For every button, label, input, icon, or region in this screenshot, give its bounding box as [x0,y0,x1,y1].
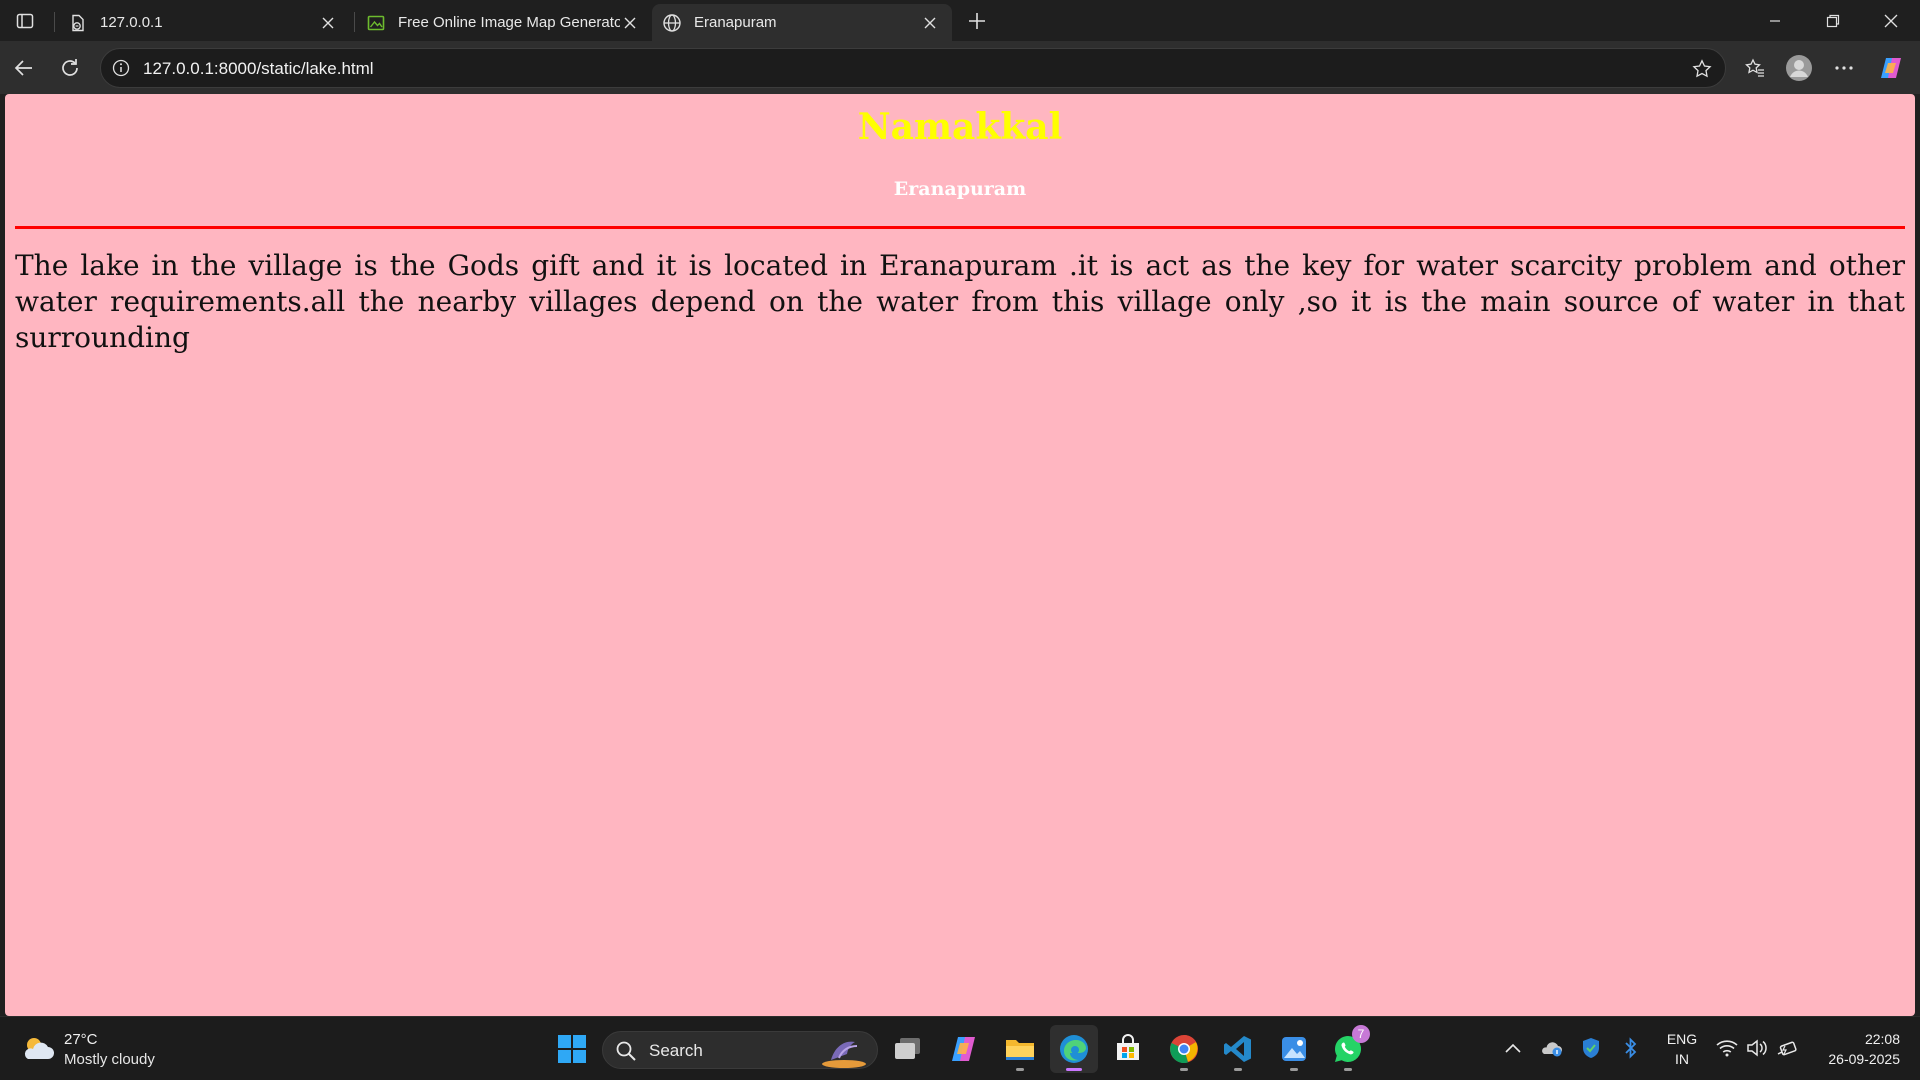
file-sync-icon [68,13,88,33]
bluetooth-icon[interactable] [1618,1035,1644,1061]
tab-strip: 127.0.0.1 Free Online Image Map Generato… [0,0,1920,41]
favorite-star-icon[interactable] [1691,58,1713,80]
tab-separator [354,12,355,32]
tab-image-map-generator[interactable]: Free Online Image Map Generator [356,4,652,41]
security-shield-icon[interactable] [1578,1035,1604,1061]
file-explorer-icon[interactable] [996,1025,1044,1073]
site-info-icon[interactable] [111,58,131,78]
horizontal-rule [15,226,1905,229]
chevron-up-icon[interactable] [1500,1035,1526,1061]
running-indicator [1344,1068,1352,1071]
wifi-icon[interactable] [1714,1035,1740,1061]
page-paragraph: The lake in the village is the Gods gift… [15,249,1905,354]
search-highlight-icon [822,1041,866,1068]
address-bar[interactable]: 127.0.0.1:8000/static/lake.html [100,48,1726,88]
tab-actions-icon[interactable] [10,8,40,34]
windows-taskbar: 27°C Mostly cloudy Search 7 ENG IN 22:08… [0,1016,1920,1080]
favorites-icon[interactable] [1738,51,1772,85]
notification-badge: 7 [1352,1025,1370,1043]
clock-date: 26-09-2025 [1828,1051,1900,1067]
minimize-button[interactable] [1746,0,1804,41]
chrome-icon[interactable] [1160,1025,1208,1073]
taskbar-search-box[interactable]: Search [602,1031,878,1069]
image-map-icon [366,13,386,33]
running-indicator [1234,1068,1242,1071]
tab-localhost[interactable]: 127.0.0.1 [58,4,350,41]
weather-widget[interactable]: 27°C Mostly cloudy [20,1029,180,1073]
copilot-icon[interactable] [1874,51,1908,85]
tab-separator [54,12,55,32]
close-icon[interactable] [318,13,338,33]
clock-time: 22:08 [1864,1031,1900,1047]
windows-logo-icon [558,1035,586,1063]
search-label: Search [649,1041,703,1060]
cloudy-weather-icon [24,1038,54,1059]
close-icon[interactable] [920,13,940,33]
close-window-button[interactable] [1862,0,1920,41]
language-indicator[interactable]: ENG IN [1662,1029,1702,1069]
running-indicator [1290,1068,1298,1071]
weather-condition: Mostly cloudy [64,1051,155,1068]
start-button[interactable] [548,1025,596,1073]
vscode-icon[interactable] [1214,1025,1262,1073]
running-indicator [1016,1068,1024,1071]
running-indicator [1180,1068,1188,1071]
new-tab-button[interactable] [962,6,992,36]
onedrive-sync-icon[interactable] [1538,1035,1564,1061]
system-clock[interactable]: 22:08 26-09-2025 [1810,1029,1900,1069]
back-button[interactable] [7,51,41,85]
photos-app-icon[interactable] [1270,1025,1318,1073]
microsoft-store-icon[interactable] [1104,1025,1152,1073]
language-code: ENG [1666,1031,1698,1047]
page-subtitle: Eranapuram [893,178,1027,200]
restore-button[interactable] [1804,0,1862,41]
browser-window: 127.0.0.1 Free Online Image Map Generato… [0,0,1920,1080]
tab-eranapuram[interactable]: Eranapuram [652,4,952,41]
active-indicator [1066,1068,1082,1071]
tab-title: Eranapuram [694,14,777,31]
page-title: Namakkal [857,106,1063,148]
globe-icon [662,13,682,33]
copilot-app-icon[interactable] [940,1025,988,1073]
edge-browser-icon[interactable] [1050,1025,1098,1073]
search-icon [616,1041,636,1061]
close-icon[interactable] [620,13,640,33]
page-viewport: Namakkal Eranapuram The lake in the vill… [5,94,1915,1016]
weather-temp: 27°C [64,1031,98,1048]
task-view-icon[interactable] [884,1025,932,1073]
region-code: IN [1675,1051,1689,1067]
refresh-button[interactable] [53,51,87,85]
profile-avatar-icon[interactable] [1782,51,1816,85]
battery-icon[interactable] [1774,1035,1800,1061]
tab-title: Free Online Image Map Generator [398,14,620,31]
volume-icon[interactable] [1744,1035,1770,1061]
whatsapp-icon[interactable]: 7 [1324,1025,1372,1073]
url-text[interactable]: 127.0.0.1:8000/static/lake.html [143,59,374,79]
tab-title: 127.0.0.1 [100,14,163,31]
more-options-icon[interactable] [1827,51,1861,85]
navigation-toolbar: 127.0.0.1:8000/static/lake.html [0,41,1920,94]
